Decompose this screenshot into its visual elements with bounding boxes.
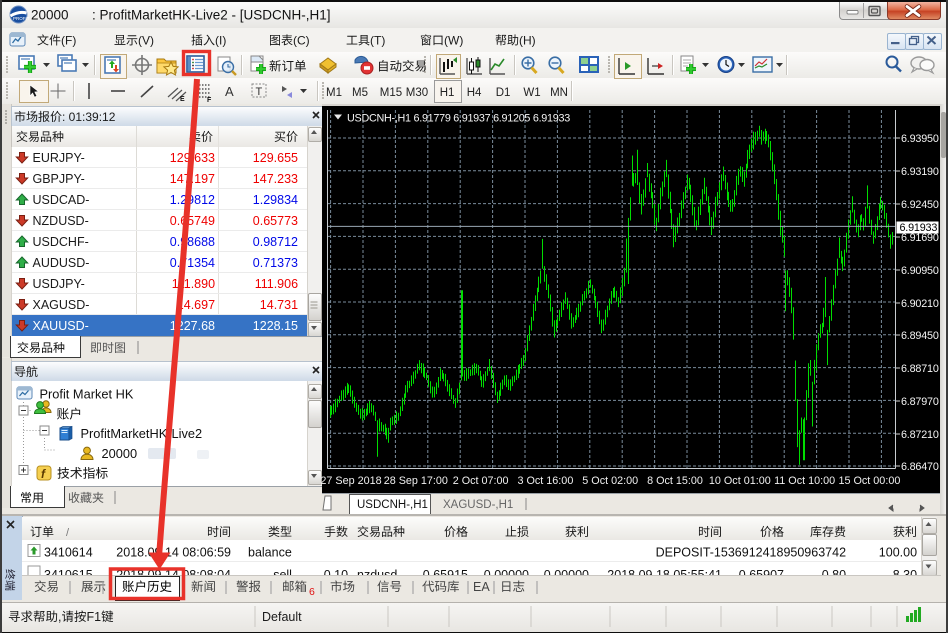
svg-text:20000: 20000 <box>102 446 138 461</box>
svg-text:0.65773: 0.65773 <box>253 214 298 228</box>
svg-text:0.00000: 0.00000 <box>484 568 529 582</box>
svg-text:GBPJPY-: GBPJPY- <box>33 172 85 186</box>
svg-text:Profit Market HK: Profit Market HK <box>40 387 134 402</box>
svg-text:: ProfitMarketHK-Live2 - [USDC: : ProfitMarketHK-Live2 - [USDCNH-,H1] <box>92 8 331 23</box>
svg-text:USDCNH-,H1: USDCNH-,H1 <box>357 499 428 511</box>
svg-text:(V): (V) <box>138 34 154 48</box>
svg-text:0.65749: 0.65749 <box>170 214 215 228</box>
svg-text:147.233: 147.233 <box>253 172 298 186</box>
svg-text:(F): (F) <box>61 34 76 48</box>
svg-text:6.88710: 6.88710 <box>901 363 939 375</box>
svg-text:DEPOSIT-1536912418950963742: DEPOSIT-1536912418950963742 <box>656 546 846 560</box>
svg-text:28 Sep 17:00: 28 Sep 17:00 <box>384 475 448 487</box>
svg-text:129.655: 129.655 <box>253 151 298 165</box>
svg-text:(T): (T) <box>370 34 385 48</box>
svg-text:6.86470: 6.86470 <box>901 461 939 473</box>
svg-text:sell: sell <box>273 568 292 582</box>
svg-text:M15: M15 <box>380 87 402 99</box>
svg-text:: 01:39:12: : 01:39:12 <box>62 110 116 124</box>
svg-text:0.71373: 0.71373 <box>253 256 298 270</box>
svg-text:1228.15: 1228.15 <box>253 319 298 333</box>
svg-text:27 Sep 2018: 27 Sep 2018 <box>320 475 381 487</box>
svg-text:(I): (I) <box>215 34 226 48</box>
svg-text:nzdusd-: nzdusd- <box>357 568 401 582</box>
svg-text:2018.09.14 08:06:59: 2018.09.14 08:06:59 <box>116 546 231 560</box>
svg-text:USDCNH-,H1 6.91779 6.91937 6.: USDCNH-,H1 6.91779 6.91937 6.91205 6.919… <box>347 113 570 125</box>
svg-text:6.90950: 6.90950 <box>901 265 939 277</box>
svg-text:ProfitMarketHK-Live2: ProfitMarketHK-Live2 <box>81 426 203 441</box>
svg-text:M5: M5 <box>352 87 368 99</box>
svg-text:6.87970: 6.87970 <box>901 396 939 408</box>
svg-text:AUDUSD-: AUDUSD- <box>33 256 90 270</box>
svg-text:H4: H4 <box>467 87 482 99</box>
svg-text:F: F <box>207 97 212 104</box>
svg-text:6.93950: 6.93950 <box>901 133 939 145</box>
svg-text:EURJPY-: EURJPY- <box>33 151 85 165</box>
svg-text:1.29812: 1.29812 <box>170 193 215 207</box>
svg-text:USDCHF-: USDCHF- <box>33 235 89 249</box>
svg-text:3410614: 3410614 <box>44 546 93 560</box>
svg-text:6.90210: 6.90210 <box>901 298 939 310</box>
svg-text:0.65907: 0.65907 <box>739 568 784 582</box>
svg-text:NZDUSD-: NZDUSD- <box>33 214 89 228</box>
svg-text:6.89450: 6.89450 <box>901 330 939 342</box>
svg-text:5 Oct 02:00: 5 Oct 02:00 <box>582 475 638 487</box>
svg-text:A: A <box>225 84 234 99</box>
svg-text:11 Oct 10:00: 11 Oct 10:00 <box>774 475 835 487</box>
svg-text:USDCAD-: USDCAD- <box>33 193 90 207</box>
svg-text:100.00: 100.00 <box>879 546 917 560</box>
svg-text:2018.09.18 05:55:41: 2018.09.18 05:55:41 <box>607 568 722 582</box>
svg-text:6.92450: 6.92450 <box>901 199 939 211</box>
svg-text:3410615: 3410615 <box>44 568 93 582</box>
svg-text:F1: F1 <box>87 610 102 624</box>
svg-text:MN: MN <box>550 87 568 99</box>
svg-text:USDJPY-: USDJPY- <box>33 277 85 291</box>
svg-text:T: T <box>256 86 263 98</box>
svg-text:8 Oct 15:00: 8 Oct 15:00 <box>647 475 703 487</box>
svg-text:M1: M1 <box>326 87 342 99</box>
svg-text:0.00000: 0.00000 <box>544 568 589 582</box>
svg-text:E: E <box>180 96 185 103</box>
svg-text:(W): (W) <box>444 34 463 48</box>
svg-text:8.30: 8.30 <box>893 568 917 582</box>
svg-text:0.65915: 0.65915 <box>423 568 468 582</box>
svg-text:15 Oct 00:00: 15 Oct 00:00 <box>839 475 901 487</box>
svg-text:3 Oct 16:00: 3 Oct 16:00 <box>518 475 574 487</box>
svg-text:20000: 20000 <box>31 8 69 23</box>
svg-text:(H): (H) <box>519 34 536 48</box>
svg-text:0.98712: 0.98712 <box>253 235 298 249</box>
svg-text:balance: balance <box>248 546 292 560</box>
svg-text:M30: M30 <box>406 87 428 99</box>
svg-text:PROFIT: PROFIT <box>13 16 30 21</box>
svg-text:111.906: 111.906 <box>255 277 298 291</box>
svg-text:EA: EA <box>473 580 490 594</box>
svg-text:0.10: 0.10 <box>324 568 348 582</box>
svg-text:6.91933: 6.91933 <box>900 222 938 234</box>
svg-text:Default: Default <box>262 610 302 624</box>
svg-text:6: 6 <box>309 586 315 598</box>
svg-text:10 Oct 01:00: 10 Oct 01:00 <box>709 475 771 487</box>
svg-text:(C): (C) <box>293 34 310 48</box>
svg-text:,: , <box>58 610 61 624</box>
svg-text:6.87210: 6.87210 <box>901 429 939 441</box>
svg-text:2 Oct 07:00: 2 Oct 07:00 <box>453 475 509 487</box>
svg-text:XAUUSD-: XAUUSD- <box>33 319 89 333</box>
svg-text:6.93190: 6.93190 <box>901 166 939 178</box>
svg-text:H1: H1 <box>440 87 455 99</box>
svg-text:0.80: 0.80 <box>822 568 846 582</box>
svg-text:W1: W1 <box>523 87 540 99</box>
svg-text:14.731: 14.731 <box>260 298 298 312</box>
svg-text:1.29834: 1.29834 <box>253 193 298 207</box>
svg-text:0.98688: 0.98688 <box>170 235 215 249</box>
svg-text:/: / <box>66 527 70 539</box>
svg-text:0.71354: 0.71354 <box>170 256 215 270</box>
svg-text:XAGUSD-,H1: XAGUSD-,H1 <box>443 499 513 511</box>
svg-text:D1: D1 <box>496 87 511 99</box>
svg-text:XAGUSD-: XAGUSD- <box>33 298 90 312</box>
